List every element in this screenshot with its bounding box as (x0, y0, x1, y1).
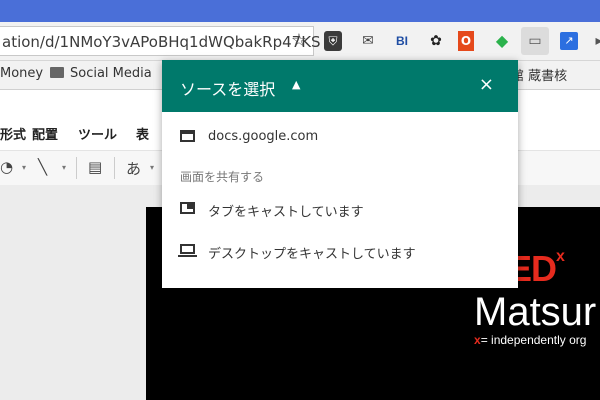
dialog-header: ソースを選択 ▲ × (162, 60, 518, 112)
menu-format[interactable]: 形式 (0, 124, 26, 143)
toolbar-divider (114, 157, 115, 179)
input-tools-button[interactable]: あ (126, 158, 141, 179)
bookmark-label: Social Media (70, 66, 152, 81)
menu-arrange[interactable]: 配置 (32, 124, 58, 143)
bookmark-label: Money (0, 66, 44, 81)
toolbar-divider (76, 157, 77, 179)
cast-source-dialog: ソースを選択 ▲ × docs.google.com 画面を共有する タブをキャ… (162, 60, 518, 288)
browser-toolbar: ation/d/1NMoY3vAPoBHq1dWQbakRp47KS ☆ ⛨ ✉… (0, 22, 600, 61)
laptop-icon (178, 244, 197, 257)
window-top-strip (0, 0, 600, 22)
tab-icon (180, 202, 195, 214)
office-extension-icon[interactable]: O (458, 31, 474, 51)
ted-logo-x: x (556, 248, 565, 265)
comment-icon[interactable]: ▤ (88, 158, 102, 176)
source-site-label: docs.google.com (208, 129, 319, 144)
shield-extension-icon[interactable]: ⛨ (324, 31, 342, 51)
source-option-tab[interactable]: タブをキャストしています (162, 192, 518, 228)
bookmark-money[interactable]: Money (0, 66, 43, 81)
input-tools-dropdown-icon[interactable]: ▾ (150, 163, 154, 172)
folder-icon (50, 67, 64, 78)
dialog-title: ソースを選択 (180, 80, 276, 99)
desktop-cast-label: デスクトップをキャストしています (208, 247, 416, 262)
address-bar[interactable]: ation/d/1NMoY3vAPoBHq1dWQbakRp47KS ☆ (0, 26, 321, 56)
mail-extension-icon[interactable]: ✉ (357, 30, 379, 52)
address-bar-url[interactable]: ation/d/1NMoY3vAPoBHq1dWQbakRp47KS (2, 33, 321, 51)
cast-extension-icon[interactable]: ▭ (521, 27, 549, 55)
source-option-site[interactable]: docs.google.com (162, 120, 518, 156)
slide-city-text: Matsur (474, 290, 597, 334)
bookmark-folder-social-media[interactable]: Social Media (50, 66, 152, 81)
tagline-x: x (474, 333, 481, 347)
source-option-desktop[interactable]: デスクトップをキャストしています (162, 234, 518, 270)
collapse-arrow-icon[interactable]: ▲ (292, 78, 300, 91)
menu-tools[interactable]: ツール (78, 124, 117, 143)
more-extensions-icon[interactable]: ▸ (588, 30, 600, 52)
chart-extension-icon[interactable]: ↗ (560, 32, 578, 50)
slide-tagline: x= independently org (474, 333, 586, 347)
line-dropdown-icon[interactable]: ▾ (62, 163, 66, 172)
close-icon[interactable]: × (479, 74, 494, 95)
feedly-extension-icon[interactable]: ◆ (491, 30, 513, 52)
star-icon[interactable]: ☆ (291, 30, 307, 51)
tagline-text: = independently org (480, 333, 587, 347)
share-screen-heading: 画面を共有する (180, 170, 265, 184)
paint-extension-icon[interactable]: ✿ (425, 30, 447, 52)
bi-extension-icon[interactable]: BI (391, 30, 413, 52)
tab-cast-label: タブをキャストしています (208, 205, 364, 220)
shape-dropdown-icon[interactable]: ▾ (22, 163, 26, 172)
shape-icon[interactable]: ◔ (0, 158, 13, 176)
browser-window-icon (180, 130, 195, 142)
menu-table[interactable]: 表 (136, 124, 149, 143)
line-icon[interactable]: ╲ (38, 158, 47, 176)
